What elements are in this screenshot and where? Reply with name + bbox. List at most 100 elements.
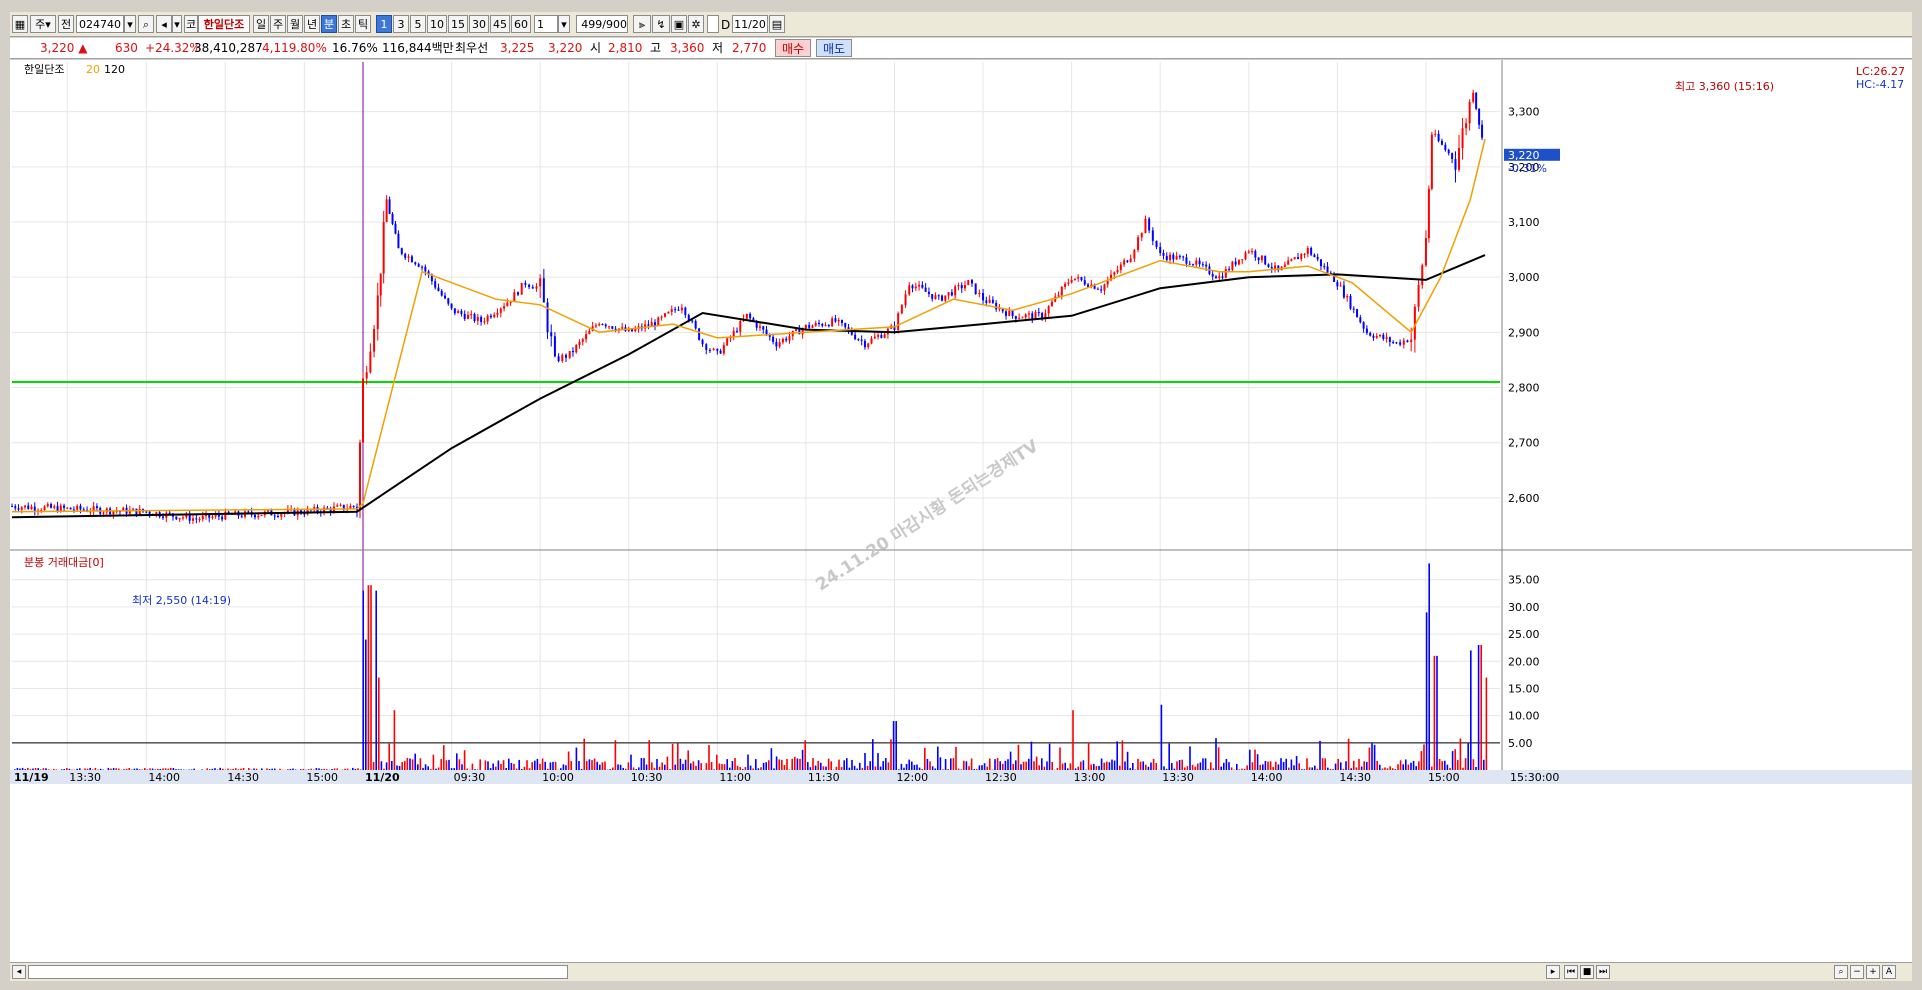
candle-body xyxy=(1188,263,1191,265)
candle-body xyxy=(834,318,837,322)
volume-bar xyxy=(86,768,89,770)
candle-body xyxy=(138,508,141,515)
candle-body xyxy=(1037,312,1040,314)
date-input[interactable]: 11/20 xyxy=(732,15,768,33)
zoom-in-icon[interactable]: + xyxy=(1866,965,1880,979)
volume-bar xyxy=(1093,763,1095,770)
volume-bar xyxy=(401,762,403,770)
sell-button[interactable]: 매도 xyxy=(816,39,852,57)
interval-button[interactable]: 60 xyxy=(511,15,531,33)
interval-button[interactable]: 1 xyxy=(376,15,392,33)
volume-bar xyxy=(445,760,448,770)
layout-icon[interactable]: ▦ xyxy=(12,15,28,33)
candle-body xyxy=(557,356,560,362)
volume-bar xyxy=(882,761,884,770)
volume-bar xyxy=(42,768,45,770)
volume-bar xyxy=(903,767,905,770)
gear-icon[interactable]: ✲ xyxy=(688,15,704,33)
line-style-icon[interactable]: ↯ xyxy=(652,15,670,33)
save-icon[interactable]: ▣ xyxy=(671,15,687,33)
volume-bar xyxy=(900,763,903,770)
period-second-button[interactable]: 초 xyxy=(338,15,354,33)
candle-body xyxy=(684,307,687,316)
volume-bar xyxy=(1366,761,1368,770)
interval-button[interactable]: 3 xyxy=(393,15,409,33)
candle-style-icon[interactable]: ⫸ xyxy=(633,15,651,33)
volume-bar xyxy=(1457,759,1459,770)
full-button[interactable]: 전 xyxy=(58,15,74,33)
buy-button[interactable]: 매수 xyxy=(775,39,811,57)
scroll-left-icon[interactable]: ◂ xyxy=(12,965,26,979)
scroll-right-icon[interactable]: ▸ xyxy=(1546,965,1560,979)
volume-bar xyxy=(1046,761,1048,770)
volume-bar xyxy=(461,764,463,770)
volume-bar xyxy=(255,768,258,770)
volume-bar xyxy=(1371,743,1373,770)
period-month-button[interactable]: 월 xyxy=(287,15,303,33)
period-day-button[interactable]: 일 xyxy=(253,15,269,33)
zoom-icon[interactable]: ⌕ xyxy=(1834,965,1848,979)
volume-bar xyxy=(721,763,723,770)
speaker-dropdown-icon[interactable]: ▾ xyxy=(172,15,182,33)
volume-bar xyxy=(94,767,97,770)
candle-body xyxy=(483,321,486,323)
date-checkbox[interactable] xyxy=(707,15,719,33)
volume-bar xyxy=(463,750,466,770)
volume-bar xyxy=(539,763,541,770)
first-page-icon[interactable]: ⏮ xyxy=(1564,965,1578,979)
volume-bar xyxy=(1186,766,1189,770)
interval-custom-input[interactable]: 1 xyxy=(534,15,558,33)
volume-bar xyxy=(567,751,570,770)
candle-body xyxy=(53,506,56,508)
interval-button[interactable]: 15 xyxy=(448,15,468,33)
period-week-button[interactable]: 주 xyxy=(270,15,286,33)
candle-body xyxy=(1406,340,1409,343)
candle-body xyxy=(1475,92,1478,109)
stock-name[interactable]: 한일단조 xyxy=(198,15,250,33)
candle-body xyxy=(72,509,75,511)
candle-body xyxy=(1379,334,1382,336)
calendar-icon[interactable]: ▤ xyxy=(769,15,785,33)
code-dropdown-icon[interactable]: ▾ xyxy=(124,15,136,33)
interval-button[interactable]: 5 xyxy=(410,15,426,33)
search-icon[interactable]: ⌕ xyxy=(138,15,154,33)
stop-icon[interactable]: ■ xyxy=(1580,965,1594,979)
volume-bar xyxy=(1308,767,1311,770)
interval-dropdown-icon[interactable]: ▾ xyxy=(558,15,570,33)
count-field[interactable]: 499/900 xyxy=(576,15,628,33)
period-year-button[interactable]: 년 xyxy=(304,15,320,33)
time-tick-label: 12:30 xyxy=(985,771,1017,784)
candle-body xyxy=(1100,289,1103,291)
zoom-out-icon[interactable]: − xyxy=(1850,965,1864,979)
candle-body xyxy=(957,285,960,287)
candle-body xyxy=(276,515,279,517)
volume-bar xyxy=(487,761,489,770)
volume-bar xyxy=(471,763,474,770)
volume-bar xyxy=(240,768,242,770)
period-minute-button[interactable]: 분 xyxy=(321,15,337,33)
period-tick-button[interactable]: 틱 xyxy=(355,15,371,33)
horizontal-scrollbar[interactable]: ◂ ▸ ⏮ ■ ⏭ ⌕ − + A xyxy=(10,962,1912,981)
scroll-thumb[interactable] xyxy=(28,965,568,979)
interval-button[interactable]: 45 xyxy=(490,15,510,33)
candle-body xyxy=(1050,301,1053,307)
candle-body xyxy=(870,338,873,344)
stock-code-input[interactable]: 024740 xyxy=(76,15,124,33)
volume-bar xyxy=(562,764,565,770)
candle-body xyxy=(1451,153,1454,160)
volume-bar xyxy=(1176,761,1178,770)
volume-bar xyxy=(500,763,502,770)
volume-bar xyxy=(21,767,24,770)
price-type-dropdown[interactable]: 주▾ xyxy=(30,15,56,33)
interval-button[interactable]: 30 xyxy=(469,15,489,33)
chart-area[interactable]: 24.11.20 마감시황 돈되는경제TV 2,600 2,700 2,800 2,9… xyxy=(10,60,1912,962)
volume-bar xyxy=(55,769,58,770)
volume-bar xyxy=(180,769,182,770)
candle-body xyxy=(601,324,604,326)
speaker-icon[interactable]: ◂ xyxy=(156,15,172,33)
grid-lines xyxy=(10,60,1912,784)
last-page-icon[interactable]: ⏭ xyxy=(1596,965,1610,979)
font-size-icon[interactable]: A xyxy=(1882,965,1896,979)
interval-button[interactable]: 10 xyxy=(427,15,447,33)
volume-bar xyxy=(315,768,318,770)
